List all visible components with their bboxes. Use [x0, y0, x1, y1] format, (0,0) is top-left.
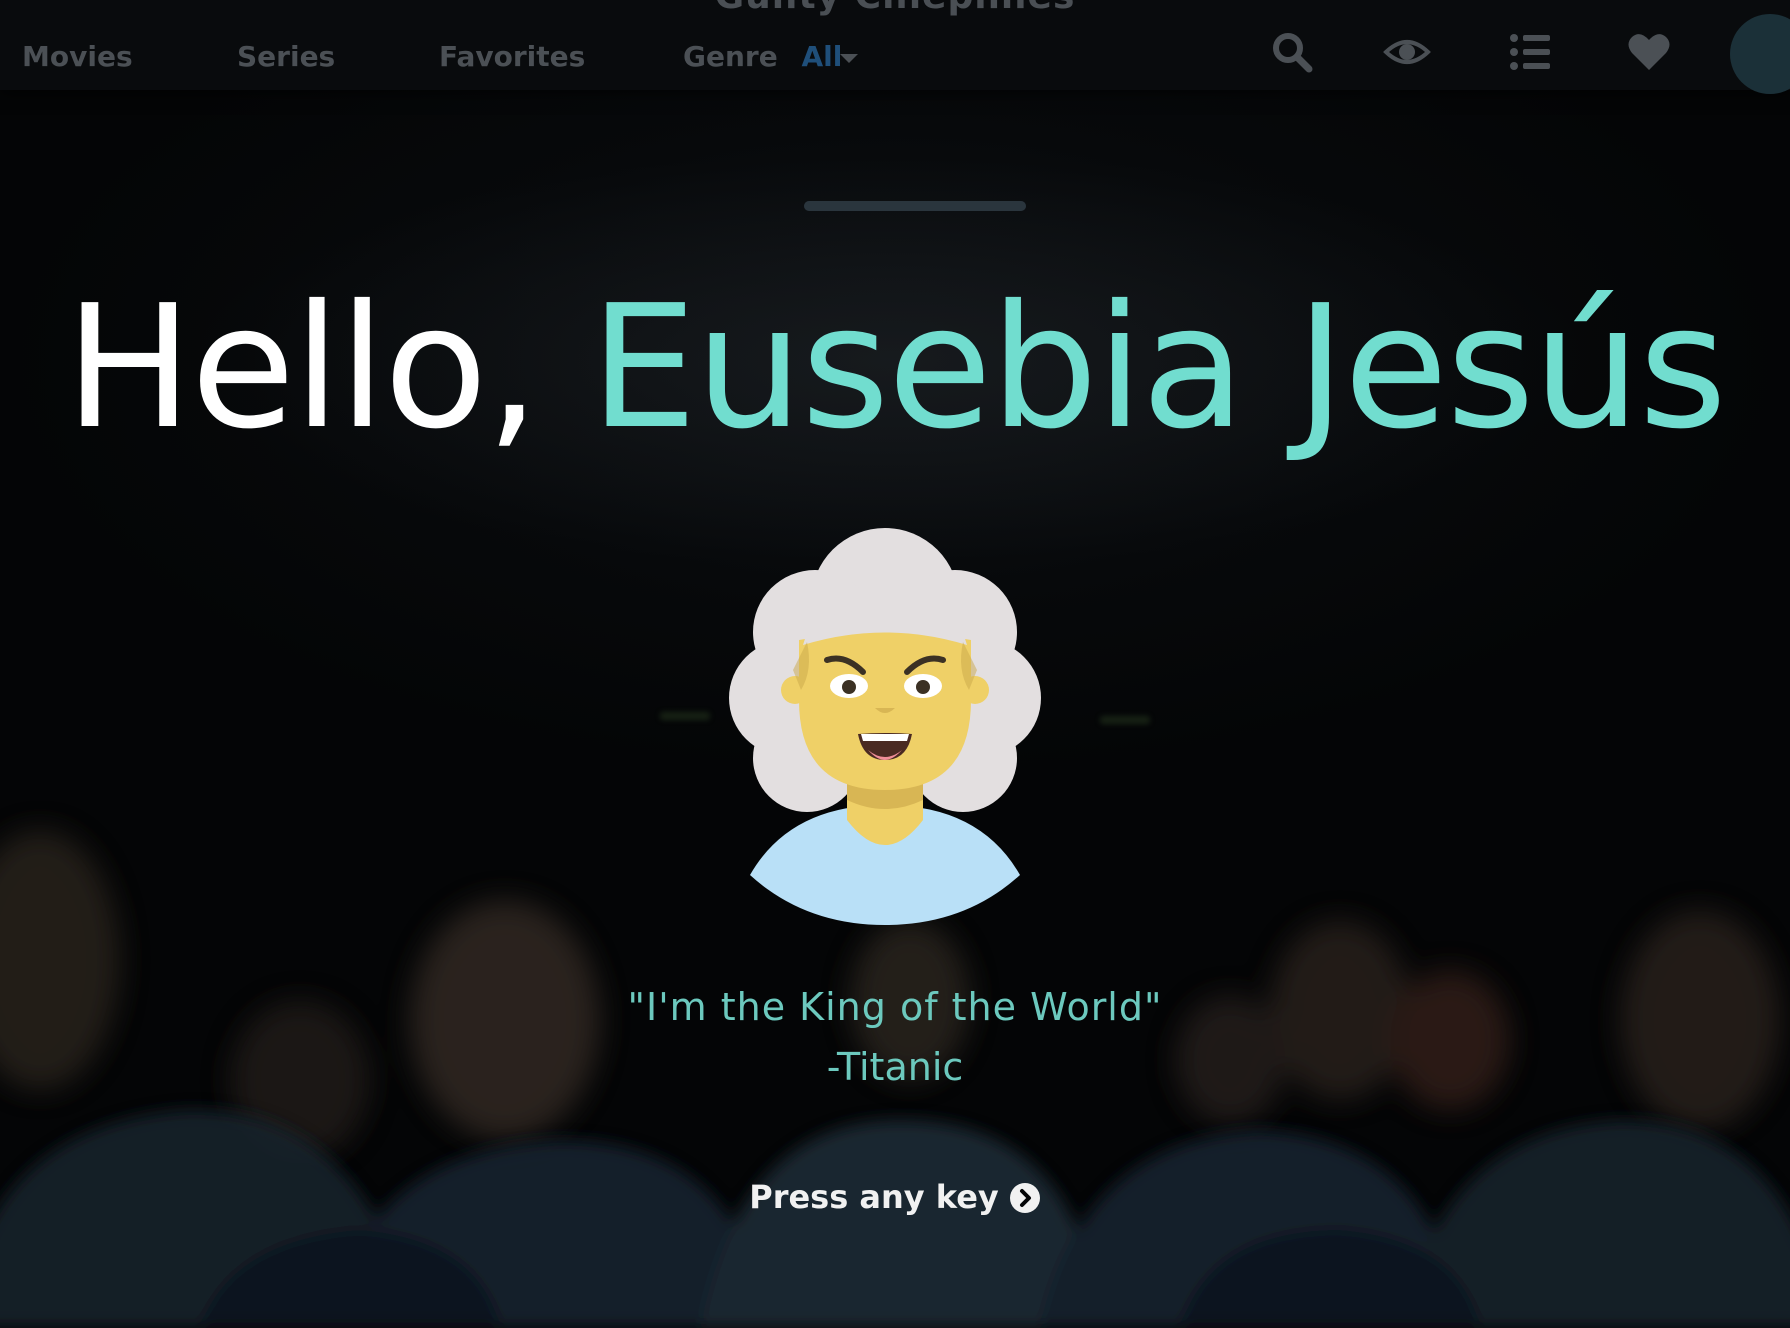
profile-avatar[interactable] [1730, 14, 1790, 94]
movie-quote: "I'm the King of the World" [627, 985, 1163, 1029]
genre-dropdown[interactable]: Genre All [683, 40, 842, 73]
eye-icon[interactable] [1383, 30, 1431, 74]
welcome-screen: Guilty Cinephiles Movies Series Favorite… [0, 0, 1790, 1328]
heart-icon[interactable] [1627, 30, 1671, 74]
greeting-user-name: Eusebia Jesús [589, 269, 1727, 467]
user-avatar-illustration [729, 528, 1041, 925]
greeting-heading: Hello, Eusebia Jesús [0, 268, 1790, 468]
list-icon[interactable] [1508, 30, 1552, 74]
nav-movies[interactable]: Movies [22, 40, 133, 73]
top-navigation: Guilty Cinephiles Movies Series Favorite… [0, 0, 1790, 94]
loading-progress-bar [804, 201, 1026, 211]
press-any-key-prompt[interactable]: Press any key [0, 1178, 1790, 1216]
movie-quote-source: -Titanic [826, 1045, 964, 1089]
search-icon[interactable] [1270, 30, 1314, 74]
press-any-key-label: Press any key [749, 1178, 999, 1216]
nav-favorites[interactable]: Favorites [439, 40, 585, 73]
app-title: Guilty Cinephiles [0, 0, 1790, 17]
genre-label: Genre [683, 40, 778, 73]
greeting-hello: Hello, [64, 269, 540, 467]
genre-selected-value: All [801, 40, 843, 73]
nav-series[interactable]: Series [237, 40, 335, 73]
chevron-right-circle-icon [1009, 1183, 1040, 1213]
chevron-down-icon[interactable] [840, 54, 858, 63]
loading-progress-fill [804, 201, 1026, 211]
